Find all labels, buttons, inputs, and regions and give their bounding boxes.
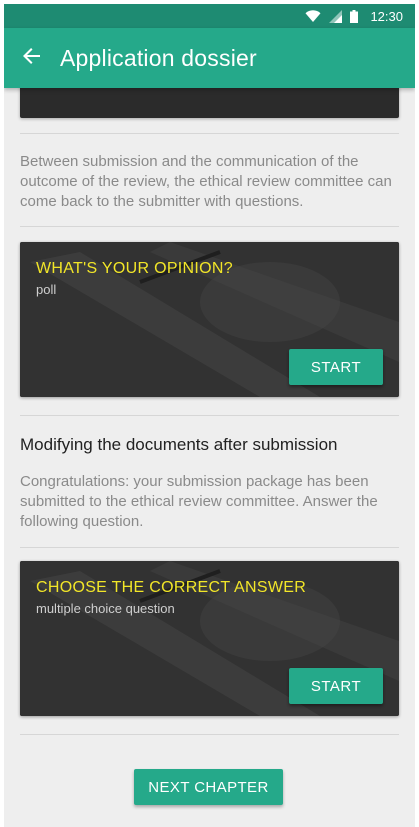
status-time: 12:30 bbox=[370, 8, 403, 24]
device-screen: 12:30 Application dossier Between submis… bbox=[4, 4, 415, 827]
divider bbox=[20, 226, 399, 227]
app-bar: Application dossier bbox=[4, 28, 415, 88]
divider bbox=[20, 734, 399, 735]
poll-start-button[interactable]: START bbox=[289, 349, 383, 385]
card-subtitle: multiple choice question bbox=[36, 601, 175, 616]
section-paragraph: Congratulations: your submission package… bbox=[20, 473, 378, 530]
intro-paragraph: Between submission and the communication… bbox=[20, 153, 392, 210]
poll-card[interactable]: WHAT'S YOUR OPINION? poll START bbox=[20, 242, 399, 397]
divider bbox=[20, 547, 399, 548]
card-subtitle: poll bbox=[36, 282, 57, 297]
cellular-signal-icon bbox=[329, 9, 343, 23]
next-chapter-button[interactable]: NEXT CHAPTER bbox=[134, 769, 283, 805]
divider bbox=[20, 133, 399, 134]
quiz-start-button[interactable]: START bbox=[289, 668, 383, 704]
arrow-back-icon bbox=[23, 47, 41, 70]
quiz-card[interactable]: CHOOSE THE CORRECT ANSWER multiple choic… bbox=[20, 561, 399, 716]
divider bbox=[20, 415, 399, 416]
battery-icon bbox=[350, 9, 359, 23]
wifi-icon bbox=[305, 9, 321, 23]
page-title: Application dossier bbox=[60, 44, 257, 71]
card-title: CHOOSE THE CORRECT ANSWER bbox=[36, 579, 307, 596]
back-button[interactable] bbox=[4, 30, 60, 86]
status-bar: 12:30 bbox=[4, 4, 415, 28]
content-scroll[interactable]: Between submission and the communication… bbox=[4, 68, 415, 827]
section-heading: Modifying the documents after submission bbox=[20, 435, 338, 454]
card-title: WHAT'S YOUR OPINION? bbox=[36, 260, 233, 277]
